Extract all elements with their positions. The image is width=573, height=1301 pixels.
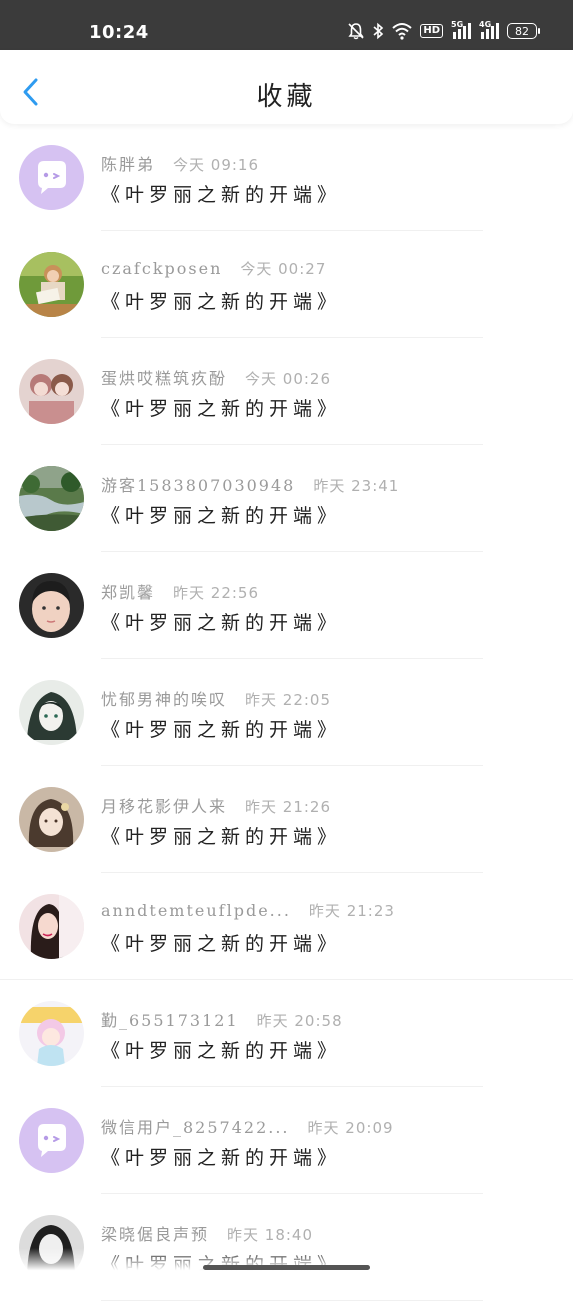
favorite-content: 《叶罗丽之新的开端》 [101, 291, 342, 313]
favorite-content: 《叶罗丽之新的开端》 [101, 719, 342, 741]
favorite-content: 《叶罗丽之新的开端》 [101, 1147, 342, 1169]
network-label-2: 4G [479, 20, 492, 29]
favorite-item[interactable]: 微信用户_8257422... 昨天 20:09 《叶罗丽之新的开端》 [0, 1087, 573, 1194]
favorite-content: 《叶罗丽之新的开端》 [101, 612, 342, 634]
bluetooth-icon [372, 22, 384, 40]
timestamp: 今天 09:16 [173, 156, 260, 174]
favorite-content: 《叶罗丽之新的开端》 [101, 1040, 342, 1062]
hd-badge: HD [420, 24, 443, 38]
favorite-item[interactable]: 蛋烘哎糕筑疚酚 今天 00:26 《叶罗丽之新的开端》 [0, 338, 573, 445]
status-bar: 10:24 HD 5G 4G 82 [0, 0, 573, 50]
item-meta: 游客1583807030948 昨天 23:41 [101, 472, 399, 496]
battery-icon: 82 [507, 23, 540, 39]
user-avatar[interactable] [19, 680, 84, 745]
username: 陈胖弟 [101, 155, 156, 174]
favorite-item[interactable]: 游客1583807030948 昨天 23:41 《叶罗丽之新的开端》 [0, 445, 573, 552]
item-meta: 忧郁男神的唉叹 昨天 22:05 [101, 686, 331, 710]
item-meta: 陈胖弟 今天 09:16 [101, 151, 259, 175]
favorite-content: 《叶罗丽之新的开端》 [101, 933, 342, 955]
user-avatar[interactable] [19, 1108, 84, 1173]
user-avatar[interactable] [19, 1001, 84, 1066]
item-meta: anndtemteuflpde... 昨天 21:23 [101, 900, 395, 921]
user-avatar[interactable] [19, 145, 84, 210]
status-time: 10:24 [89, 22, 149, 43]
favorite-item[interactable]: 郑凯馨 昨天 22:56 《叶罗丽之新的开端》 [0, 552, 573, 659]
username: anndtemteuflpde... [101, 901, 291, 920]
favorite-item[interactable]: czafckposen 今天 00:27 《叶罗丽之新的开端》 [0, 231, 573, 338]
favorite-content: 《叶罗丽之新的开端》 [101, 398, 342, 420]
timestamp: 昨天 21:26 [245, 798, 332, 816]
username: 郑凯馨 [101, 583, 156, 602]
timestamp: 昨天 21:23 [308, 902, 395, 920]
mute-bell-icon [348, 22, 364, 40]
favorite-content: 《叶罗丽之新的开端》 [101, 505, 342, 527]
username: 勤_655173121 [101, 1011, 239, 1030]
timestamp: 昨天 18:40 [227, 1226, 314, 1244]
item-meta: 月移花影伊人来 昨天 21:26 [101, 793, 331, 817]
user-avatar[interactable] [19, 894, 84, 959]
user-avatar[interactable] [19, 573, 84, 638]
username: 游客1583807030948 [101, 476, 296, 495]
favorite-item[interactable]: anndtemteuflpde... 昨天 21:23 《叶罗丽之新的开端》 [0, 873, 573, 980]
timestamp: 昨天 22:56 [173, 584, 260, 602]
username: czafckposen [101, 259, 223, 278]
item-meta: 勤_655173121 昨天 20:58 [101, 1007, 343, 1031]
top-navigation-bar: 收藏 [0, 50, 573, 124]
favorite-content: 《叶罗丽之新的开端》 [101, 826, 342, 848]
favorite-item[interactable]: 忧郁男神的唉叹 昨天 22:05 《叶罗丽之新的开端》 [0, 659, 573, 766]
item-meta: 郑凯馨 昨天 22:56 [101, 579, 259, 603]
item-meta: 蛋烘哎糕筑疚酚 今天 00:26 [101, 365, 331, 389]
item-meta: 梁晓倨良声预 昨天 18:40 [101, 1221, 313, 1245]
item-meta: 微信用户_8257422... 昨天 20:09 [101, 1114, 394, 1138]
favorite-item[interactable]: 月移花影伊人来 昨天 21:26 《叶罗丽之新的开端》 [0, 766, 573, 873]
signal-5g-icon: 5G [451, 20, 471, 40]
username: 微信用户_8257422... [101, 1118, 290, 1137]
username: 忧郁男神的唉叹 [101, 690, 228, 709]
favorites-list: 陈胖弟 今天 09:16 《叶罗丽之新的开端》 czafckposen 今天 00:27… [0, 124, 573, 1301]
signal-4g-icon: 4G [479, 20, 499, 40]
favorite-item[interactable]: 勤_655173121 昨天 20:58 《叶罗丽之新的开端》 [0, 980, 573, 1087]
timestamp: 昨天 23:41 [313, 477, 400, 495]
item-meta: czafckposen 今天 00:27 [101, 258, 326, 279]
timestamp: 今天 00:26 [245, 370, 332, 388]
timestamp: 昨天 22:05 [245, 691, 332, 709]
user-avatar[interactable] [19, 359, 84, 424]
username: 月移花影伊人来 [101, 797, 228, 816]
favorite-content: 《叶罗丽之新的开端》 [101, 184, 342, 206]
timestamp: 昨天 20:09 [307, 1119, 394, 1137]
favorite-item[interactable]: 陈胖弟 今天 09:16 《叶罗丽之新的开端》 [0, 124, 573, 231]
timestamp: 昨天 20:58 [256, 1012, 343, 1030]
user-avatar[interactable] [19, 466, 84, 531]
user-avatar[interactable] [19, 252, 84, 317]
timestamp: 今天 00:27 [240, 260, 327, 278]
network-label-1: 5G [451, 20, 464, 29]
username: 梁晓倨良声预 [101, 1225, 210, 1244]
bottom-fade [0, 1248, 573, 1280]
page-title: 收藏 [256, 82, 317, 112]
status-icons: HD 5G 4G 82 [348, 20, 540, 40]
username: 蛋烘哎糕筑疚酚 [101, 369, 228, 388]
home-indicator[interactable] [203, 1265, 370, 1270]
user-avatar[interactable] [19, 787, 84, 852]
wifi-icon [392, 22, 412, 40]
